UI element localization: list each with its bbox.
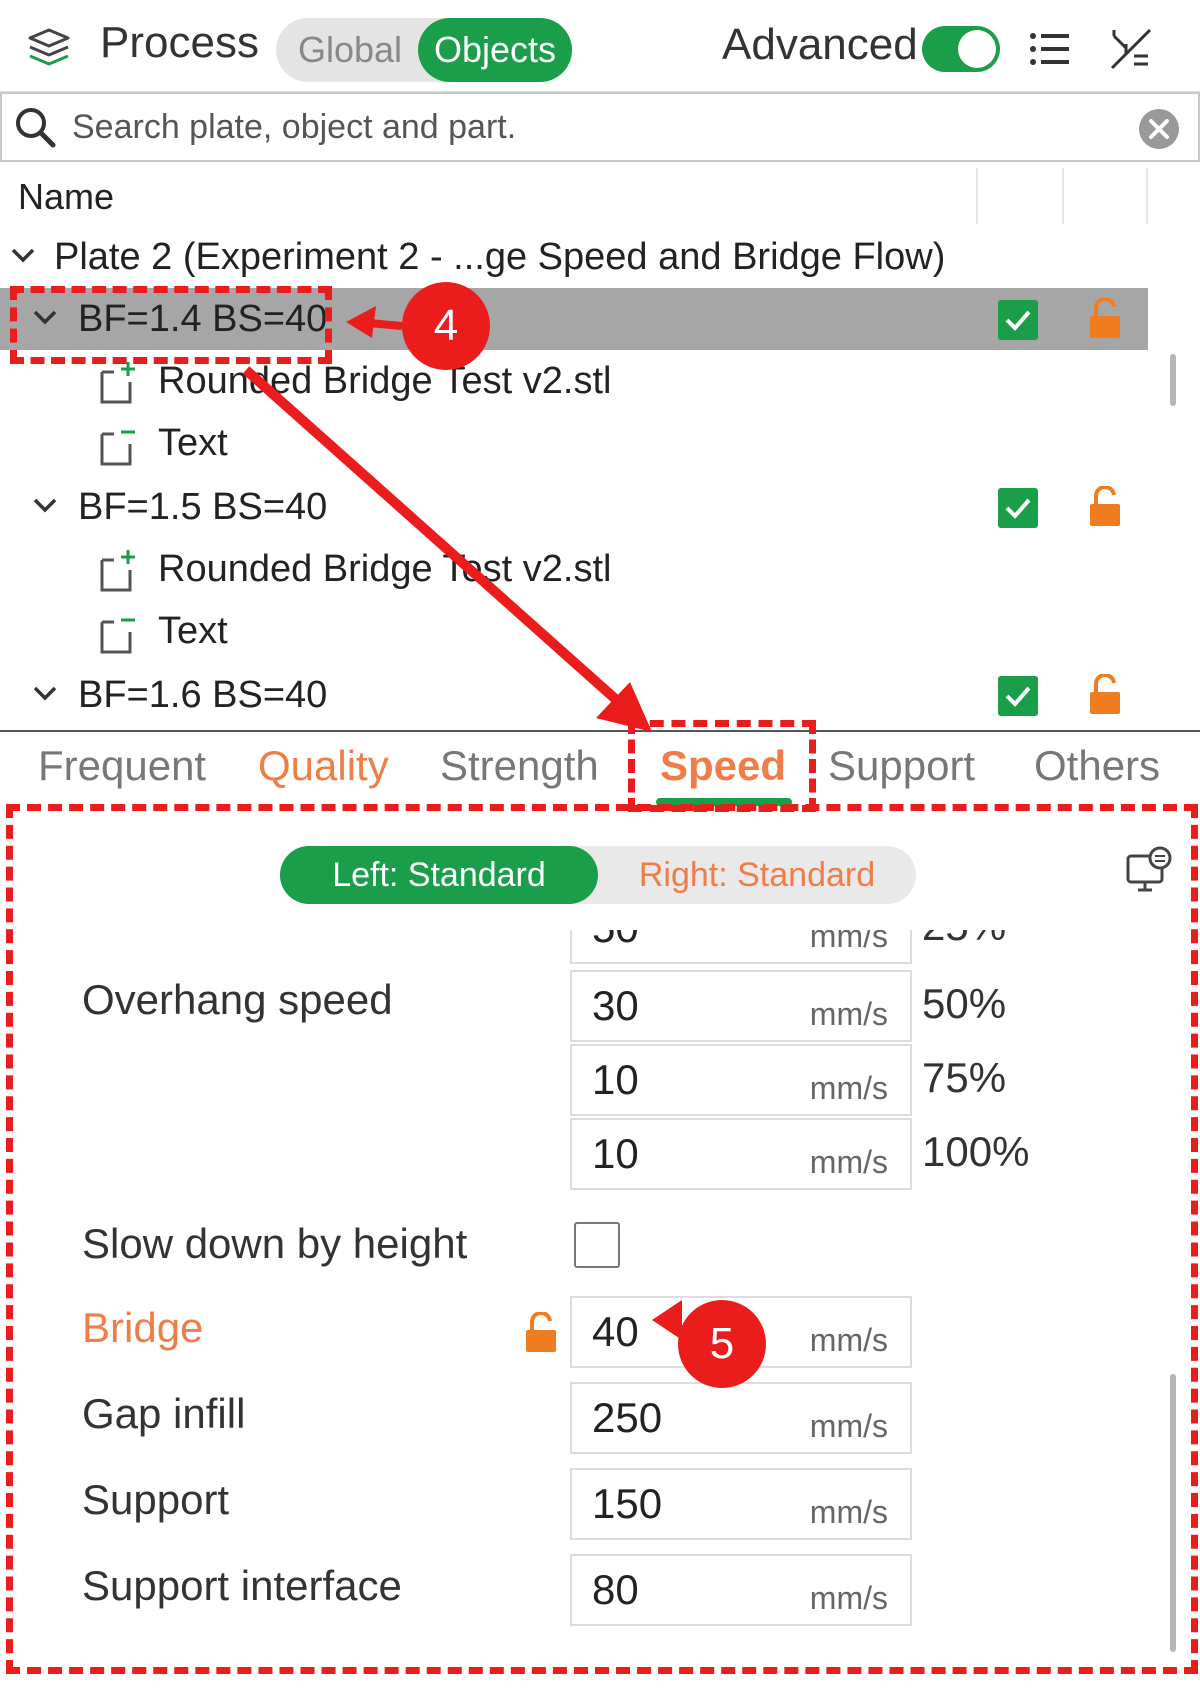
advanced-label: Advanced [722,20,918,69]
column-separator [1062,168,1064,224]
chevron-down-icon[interactable] [32,496,58,516]
object-name: BF=1.5 BS=40 [78,486,328,528]
checkbox-checked-icon[interactable] [998,300,1038,340]
highlight-settings-box [6,804,1198,1674]
part-name: Text [158,610,228,652]
checkbox-checked-icon[interactable] [998,676,1038,716]
chevron-down-icon[interactable] [32,684,58,704]
global-scope-button[interactable]: Global [276,18,424,82]
tab-support[interactable]: Support [828,742,975,790]
unlocked-icon[interactable] [1088,486,1122,528]
tab-strength[interactable]: Strength [440,742,599,790]
object-row[interactable]: BF=1.5 BS=40 [0,476,1148,538]
part-row[interactable]: Text [0,600,1148,662]
column-separator [1146,168,1148,224]
page-title: Process [100,18,259,67]
compare-icon[interactable] [1108,26,1154,72]
settings-tabs: Frequent Quality Strength Speed Support … [0,732,1200,808]
chevron-down-icon[interactable] [10,246,36,266]
tree-column-header: Name [0,162,1148,226]
add-part-icon [100,550,135,592]
search-icon [16,108,56,148]
tab-others[interactable]: Others [1034,742,1160,790]
list-icon[interactable] [1028,30,1072,68]
search-input[interactable] [72,104,1112,150]
part-name: Text [158,422,228,464]
checkbox-checked-icon[interactable] [998,488,1038,528]
object-tree: Name Plate 2 (Experiment 2 - ...ge Speed… [0,162,1200,732]
column-separator [976,168,978,224]
part-name: Rounded Bridge Test v2.stl [158,360,612,402]
tree-scrollbar[interactable] [1170,354,1176,406]
toggle-knob [958,30,996,68]
advanced-toggle[interactable] [922,26,1000,72]
unlocked-icon[interactable] [1088,298,1122,340]
tab-quality[interactable]: Quality [258,742,389,790]
step-5-badge: 5 [678,1300,766,1388]
plate-row[interactable]: Plate 2 (Experiment 2 - ...ge Speed and … [0,226,1148,288]
highlight-object-box [10,286,332,364]
clear-icon[interactable] [1138,108,1180,150]
objects-scope-button[interactable]: Objects [418,18,572,82]
highlight-speed-tab-box [628,720,816,812]
step-4-badge: 4 [402,282,490,370]
part-name: Rounded Bridge Test v2.stl [158,548,612,590]
layers-icon [28,28,70,66]
plate-name: Plate 2 (Experiment 2 - ...ge Speed and … [54,236,946,278]
object-name: BF=1.6 BS=40 [78,674,328,716]
part-row[interactable]: Rounded Bridge Test v2.stl [0,538,1148,600]
tab-frequent[interactable]: Frequent [38,742,206,790]
scope-switch[interactable]: Global Objects [276,18,572,82]
search-bar [0,92,1200,162]
add-part-icon [100,362,135,404]
unlocked-icon[interactable] [1088,674,1122,716]
negative-part-icon [100,618,135,654]
part-row[interactable]: Text [0,412,1148,474]
negative-part-icon [100,430,135,466]
process-header: Process Global Objects Advanced [0,0,1200,92]
name-column-header[interactable]: Name [18,176,114,218]
object-row[interactable]: BF=1.6 BS=40 [0,664,1148,726]
